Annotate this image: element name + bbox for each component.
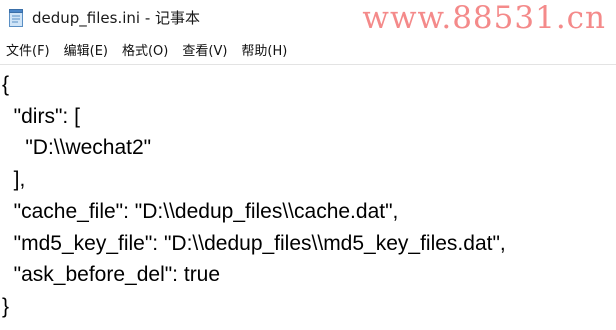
text-line: ], [2, 168, 26, 192]
text-line: } [2, 294, 10, 318]
text-line: "cache_file": "D:\\dedup_files\\cache.da… [2, 199, 399, 223]
file-content: { "dirs": [ "D:\\wechat2" ], "cache_file… [2, 69, 506, 323]
text-line: "dirs": [ [2, 104, 80, 128]
text-line: "md5_key_file": "D:\\dedup_files\\md5_ke… [2, 231, 506, 255]
text-line: "D:\\wechat2" [2, 136, 152, 160]
text-line: { [2, 73, 10, 96]
title-bar: dedup_files.ini - 记事本 www.88531.cn [0, 0, 616, 38]
menu-help[interactable]: 帮助(H) [235, 42, 295, 62]
text-line: "ask_before_del": true [2, 263, 221, 287]
menu-file[interactable]: 文件(F) [0, 42, 58, 62]
notepad-icon [8, 9, 24, 27]
watermark: www.88531.cn [362, 0, 606, 36]
text-editor-area[interactable]: { "dirs": [ "D:\\wechat2" ], "cache_file… [0, 64, 616, 330]
menu-format[interactable]: 格式(O) [116, 42, 176, 62]
menu-bar: 文件(F) 编辑(E) 格式(O) 查看(V) 帮助(H) [0, 40, 616, 64]
window-title: dedup_files.ini - 记事本 [32, 9, 201, 27]
menu-view[interactable]: 查看(V) [176, 42, 235, 62]
menu-edit[interactable]: 编辑(E) [58, 42, 116, 62]
